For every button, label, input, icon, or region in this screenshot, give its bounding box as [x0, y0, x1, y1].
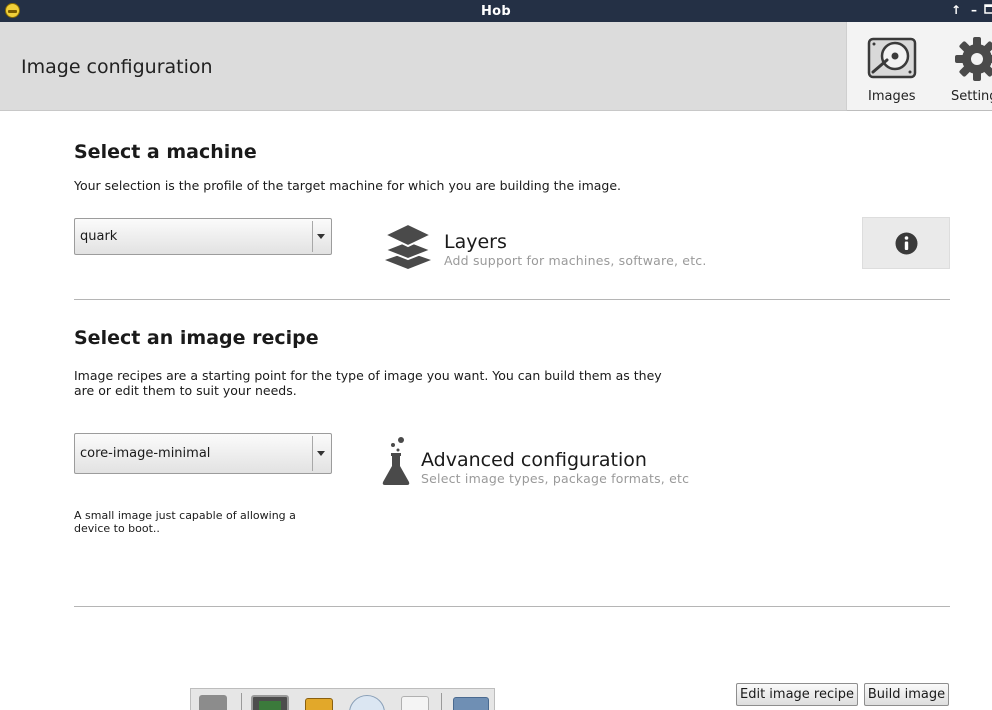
info-button[interactable]: [862, 217, 950, 269]
recipe-selected-description: A small image just capable of allowing a…: [74, 509, 296, 535]
images-label: Images: [868, 89, 916, 104]
terminal-icon[interactable]: [251, 695, 289, 710]
dock-separator: [441, 693, 442, 710]
machine-heading: Select a machine: [74, 141, 257, 163]
package-icon[interactable]: [305, 698, 333, 710]
dock-separator: [241, 693, 242, 710]
advanced-title: Advanced configuration: [421, 449, 647, 471]
recipe-description: Image recipes are a starting point for t…: [74, 368, 662, 398]
restore-icon[interactable]: [983, 3, 992, 17]
advanced-subtitle: Select image types, package formats, etc: [421, 471, 690, 486]
edit-image-recipe-button[interactable]: Edit image recipe: [736, 683, 858, 706]
chevron-down-icon: [317, 234, 325, 239]
main-toolbar: Images Settings: [846, 22, 992, 111]
gear-icon: [955, 37, 992, 85]
hard-disk-icon: [867, 36, 917, 84]
layers-icon: [382, 222, 434, 276]
combo-separator: [312, 221, 313, 252]
layers-button[interactable]: Layers Add support for machines, softwar…: [382, 222, 723, 272]
machine-description: Your selection is the profile of the tar…: [74, 178, 622, 193]
flask-icon: [381, 436, 411, 490]
layers-subtitle: Add support for machines, software, etc.: [444, 253, 707, 268]
chevron-down-icon: [317, 451, 325, 456]
section-divider: [74, 606, 950, 607]
text-editor-icon[interactable]: [401, 696, 429, 710]
section-divider: [74, 299, 950, 300]
advanced-configuration-button[interactable]: Advanced configuration Select image type…: [381, 436, 721, 486]
web-browser-icon[interactable]: [349, 695, 385, 710]
machine-select[interactable]: quark: [74, 218, 332, 255]
window-title: Hob: [480, 4, 512, 19]
settings-button[interactable]: Settings: [945, 22, 992, 110]
recipe-select[interactable]: core-image-minimal: [74, 433, 332, 474]
layers-title: Layers: [444, 231, 507, 253]
recipe-heading: Select an image recipe: [74, 327, 319, 349]
page-title: Image configuration: [21, 56, 213, 78]
combo-separator: [312, 436, 313, 471]
minimize-icon[interactable]: –: [967, 3, 981, 17]
maximize-icon[interactable]: ↑: [949, 3, 963, 17]
header-bar: Image configuration Images Settin: [0, 22, 992, 111]
window-titlebar: Hob ↑ –: [0, 0, 992, 22]
recipe-select-value: core-image-minimal: [80, 446, 211, 461]
folder-icon[interactable]: [453, 697, 489, 710]
info-icon: [895, 232, 918, 259]
taskbar-dock: [190, 688, 495, 710]
images-button[interactable]: Images: [847, 22, 937, 110]
machine-select-value: quark: [80, 229, 118, 244]
build-image-button[interactable]: Build image: [864, 683, 949, 706]
file-manager-icon[interactable]: [199, 695, 227, 710]
settings-label: Settings: [951, 89, 992, 104]
